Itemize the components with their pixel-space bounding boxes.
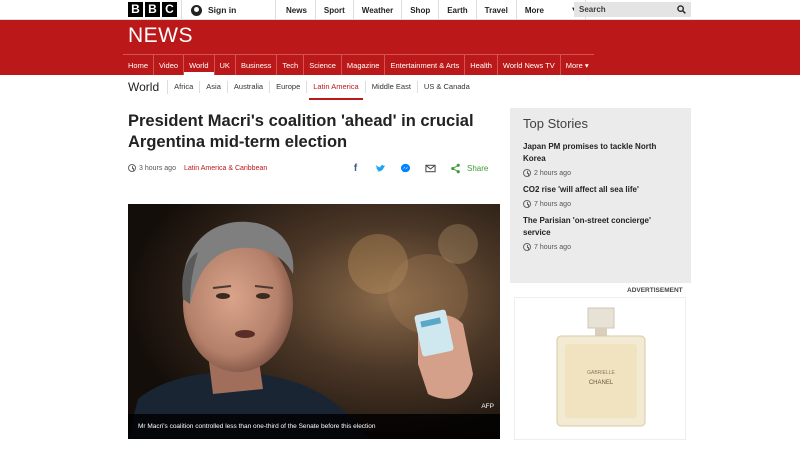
news-nav-entertainment[interactable]: Entertainment & Arts bbox=[385, 55, 466, 75]
advertisement[interactable]: GABRIELLE CHANEL bbox=[514, 297, 686, 440]
top-story-link[interactable]: The Parisian 'on-street concierge' servi… bbox=[523, 215, 678, 239]
logo-letter: B bbox=[145, 2, 160, 17]
top-story-timestamp: 2 hours ago bbox=[534, 169, 571, 177]
sign-in-label: Sign in bbox=[208, 5, 237, 15]
section-title[interactable]: World bbox=[128, 80, 169, 94]
clock-icon bbox=[523, 200, 531, 208]
search-icon[interactable] bbox=[677, 5, 686, 14]
perfume-product-text: GABRIELLE bbox=[587, 370, 615, 376]
subnav-australia[interactable]: Australia bbox=[228, 81, 271, 93]
advertisement-label: ADVERTISEMENT bbox=[627, 287, 683, 294]
top-story-time: 2 hours ago bbox=[523, 169, 678, 177]
top-bar: B B C Sign in News Sport Weather Shop Ea… bbox=[0, 0, 800, 20]
sign-in-link[interactable]: Sign in bbox=[181, 0, 276, 20]
share-icon[interactable] bbox=[450, 163, 461, 174]
logo-letter: B bbox=[128, 2, 143, 17]
article-image: AFP Mr Macri's coalition controlled less… bbox=[128, 204, 500, 439]
news-nav-health[interactable]: Health bbox=[465, 55, 498, 75]
top-story-link[interactable]: CO2 rise 'will affect all sea life' bbox=[523, 184, 678, 196]
global-nav-earth[interactable]: Earth bbox=[439, 0, 477, 20]
global-nav: News Sport Weather Shop Earth Travel Mor… bbox=[278, 0, 586, 20]
twitter-icon[interactable] bbox=[375, 163, 386, 174]
perfume-bottle-image: GABRIELLE CHANEL bbox=[556, 307, 646, 427]
top-stories-title: Top Stories bbox=[523, 116, 589, 131]
article-headline: President Macri's coalition 'ahead' in c… bbox=[128, 112, 474, 151]
global-nav-news[interactable]: News bbox=[278, 0, 316, 20]
news-nav: Home Video World UK Business Tech Scienc… bbox=[123, 54, 594, 75]
top-story-item: Japan PM promises to tackle North Korea … bbox=[523, 141, 678, 177]
messenger-icon[interactable] bbox=[400, 163, 411, 174]
global-nav-sport[interactable]: Sport bbox=[316, 0, 354, 20]
clock-icon bbox=[128, 164, 136, 172]
article-timestamp: 3 hours ago bbox=[139, 164, 176, 172]
subnav-middle-east[interactable]: Middle East bbox=[366, 81, 418, 93]
subnav-asia[interactable]: Asia bbox=[200, 81, 228, 93]
news-nav-home[interactable]: Home bbox=[123, 55, 155, 75]
news-masthead[interactable]: NEWS bbox=[128, 24, 193, 48]
global-nav-shop[interactable]: Shop bbox=[402, 0, 440, 20]
image-caption: Mr Macri's coalition controlled less tha… bbox=[128, 414, 500, 439]
top-story-timestamp: 7 hours ago bbox=[534, 243, 571, 251]
image-credit: AFP bbox=[481, 403, 494, 410]
global-nav-weather[interactable]: Weather bbox=[354, 0, 403, 20]
subnav-us-canada[interactable]: US & Canada bbox=[418, 81, 476, 93]
search-placeholder: Search bbox=[579, 5, 606, 14]
top-story-time: 7 hours ago bbox=[523, 200, 678, 208]
global-nav-travel[interactable]: Travel bbox=[477, 0, 517, 20]
user-icon bbox=[191, 4, 202, 16]
news-nav-more[interactable]: More ▾ bbox=[561, 55, 594, 75]
news-nav-world-news-tv[interactable]: World News TV bbox=[498, 55, 561, 75]
subnav-europe[interactable]: Europe bbox=[270, 81, 308, 93]
logo-letter: C bbox=[162, 2, 177, 17]
facebook-icon[interactable]: f bbox=[350, 163, 361, 174]
clock-icon bbox=[523, 243, 531, 251]
top-stories-panel: Top Stories Japan PM promises to tackle … bbox=[510, 108, 691, 283]
bbc-logo[interactable]: B B C bbox=[128, 2, 177, 17]
news-nav-tech[interactable]: Tech bbox=[277, 55, 305, 75]
top-story-time: 7 hours ago bbox=[523, 243, 678, 251]
search-input[interactable]: Search bbox=[574, 2, 691, 17]
news-banner: NEWS Home Video World UK Business Tech S… bbox=[0, 20, 800, 75]
section-subnav: World Africa Asia Australia Europe Latin… bbox=[128, 76, 476, 100]
perfume-brand-text: CHANEL bbox=[589, 380, 614, 386]
news-nav-world[interactable]: World bbox=[184, 55, 215, 75]
subnav-africa[interactable]: Africa bbox=[168, 81, 201, 93]
top-story-link[interactable]: Japan PM promises to tackle North Korea bbox=[523, 141, 678, 165]
top-story-item: The Parisian 'on-street concierge' servi… bbox=[523, 215, 678, 251]
article-meta: 3 hours ago Latin America & Caribbean bbox=[128, 164, 267, 172]
share-tools: f Share bbox=[350, 163, 489, 174]
global-nav-more-label: More bbox=[524, 5, 544, 15]
article-category-link[interactable]: Latin America & Caribbean bbox=[184, 165, 267, 172]
news-nav-science[interactable]: Science bbox=[304, 55, 342, 75]
subnav-latin-america[interactable]: Latin America bbox=[307, 81, 366, 100]
top-story-timestamp: 7 hours ago bbox=[534, 200, 571, 208]
news-nav-business[interactable]: Business bbox=[236, 55, 278, 75]
news-nav-magazine[interactable]: Magazine bbox=[342, 55, 386, 75]
top-story-item: CO2 rise 'will affect all sea life' 7 ho… bbox=[523, 184, 678, 208]
news-nav-video[interactable]: Video bbox=[154, 55, 185, 75]
clock-icon bbox=[523, 169, 531, 177]
news-nav-uk[interactable]: UK bbox=[215, 55, 236, 75]
email-icon[interactable] bbox=[425, 163, 436, 174]
president-photo bbox=[128, 204, 500, 439]
share-label[interactable]: Share bbox=[467, 164, 488, 173]
